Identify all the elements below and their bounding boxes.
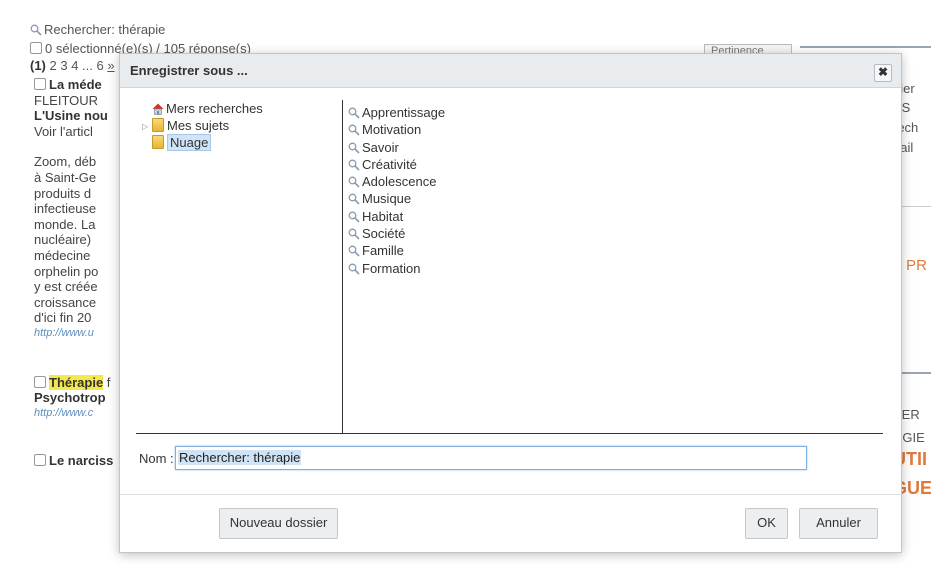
result-checkbox[interactable] (34, 375, 46, 388)
close-icon[interactable]: ✖ (874, 64, 892, 82)
search-icon (348, 176, 360, 188)
search-icon (348, 142, 360, 154)
result-title[interactable]: Thérapie f (34, 374, 124, 391)
result-url[interactable]: http://www.c (34, 406, 124, 422)
tree-item-nuage[interactable]: Nuage (142, 134, 263, 152)
saved-search-item[interactable]: Créativité (348, 156, 445, 173)
saved-search-item[interactable]: Société (348, 225, 445, 242)
ok-button[interactable]: OK (745, 508, 788, 539)
view-article-link[interactable]: Voir l'articl (34, 124, 124, 140)
new-folder-button[interactable]: Nouveau dossier (219, 508, 338, 539)
search-icon (348, 159, 360, 171)
result-checkbox[interactable] (34, 78, 46, 90)
result-checkbox[interactable] (34, 454, 46, 467)
search-icon (348, 211, 360, 223)
folder-icon (152, 118, 164, 132)
home-icon (152, 103, 164, 115)
pane-divider (342, 100, 343, 433)
save-as-dialog: Enregistrer sous ... ✖ Mers recherches ▷… (119, 53, 902, 553)
saved-search-item[interactable]: Adolescence (348, 173, 445, 190)
name-input[interactable]: Rechercher: thérapie (175, 446, 807, 470)
result-title[interactable]: La méde (34, 77, 124, 93)
search-icon (348, 228, 360, 240)
tree-item-label: Mes sujets (167, 118, 230, 133)
result-url[interactable]: http://www.u (34, 326, 124, 342)
right-panel-divider (900, 206, 931, 207)
tree-item-mes-recherches[interactable]: Mers recherches (142, 101, 263, 118)
right-panel-divider (800, 46, 931, 48)
saved-searches-list: Apprentissage Motivation Savoir Créativi… (348, 104, 445, 277)
footer-divider (120, 494, 901, 495)
folder-tree: Mers recherches ▷ Mes sujets Nuage (142, 101, 263, 152)
search-icon (348, 124, 360, 136)
saved-search-item[interactable]: Musique (348, 190, 445, 207)
tree-item-label: Mers recherches (166, 101, 263, 116)
dialog-header: Enregistrer sous ... ✖ (120, 54, 901, 88)
bg-search-summary: Rechercher: thérapie (30, 22, 165, 37)
results-list: La méde FLEITOUR L'Usine nou Voir l'arti… (34, 77, 124, 469)
saved-search-item[interactable]: Savoir (348, 139, 445, 156)
search-icon (348, 263, 360, 275)
saved-search-item[interactable]: Famille (348, 242, 445, 259)
dialog-title: Enregistrer sous ... (130, 63, 248, 78)
tree-item-label: Nuage (167, 134, 212, 151)
saved-search-item[interactable]: Motivation (348, 121, 445, 138)
bg-search-text: Rechercher: thérapie (44, 22, 166, 37)
folder-icon (152, 135, 164, 149)
page-links[interactable]: 2 3 4 ... 6 (50, 58, 104, 73)
right-panel-divider (900, 372, 931, 374)
result-title[interactable]: Le narciss (34, 453, 124, 469)
search-icon (348, 107, 360, 119)
pagination: (1) 2 3 4 ... 6 » (30, 58, 115, 73)
saved-search-item[interactable]: Habitat (348, 208, 445, 225)
content-divider (136, 433, 883, 434)
search-icon (348, 245, 360, 257)
name-label: Nom : (139, 451, 174, 466)
cancel-button[interactable]: Annuler (799, 508, 878, 539)
search-icon (348, 194, 360, 206)
next-page-link[interactable]: » (107, 58, 114, 73)
name-input-value: Rechercher: thérapie (178, 450, 302, 465)
search-icon (30, 24, 42, 36)
saved-search-item[interactable]: Apprentissage (348, 104, 445, 121)
tree-item-mes-sujets[interactable]: ▷ Mes sujets (142, 118, 263, 135)
saved-search-item[interactable]: Formation (348, 260, 445, 277)
select-all-checkbox[interactable] (30, 42, 42, 54)
expand-arrow-icon[interactable]: ▷ (142, 119, 152, 135)
